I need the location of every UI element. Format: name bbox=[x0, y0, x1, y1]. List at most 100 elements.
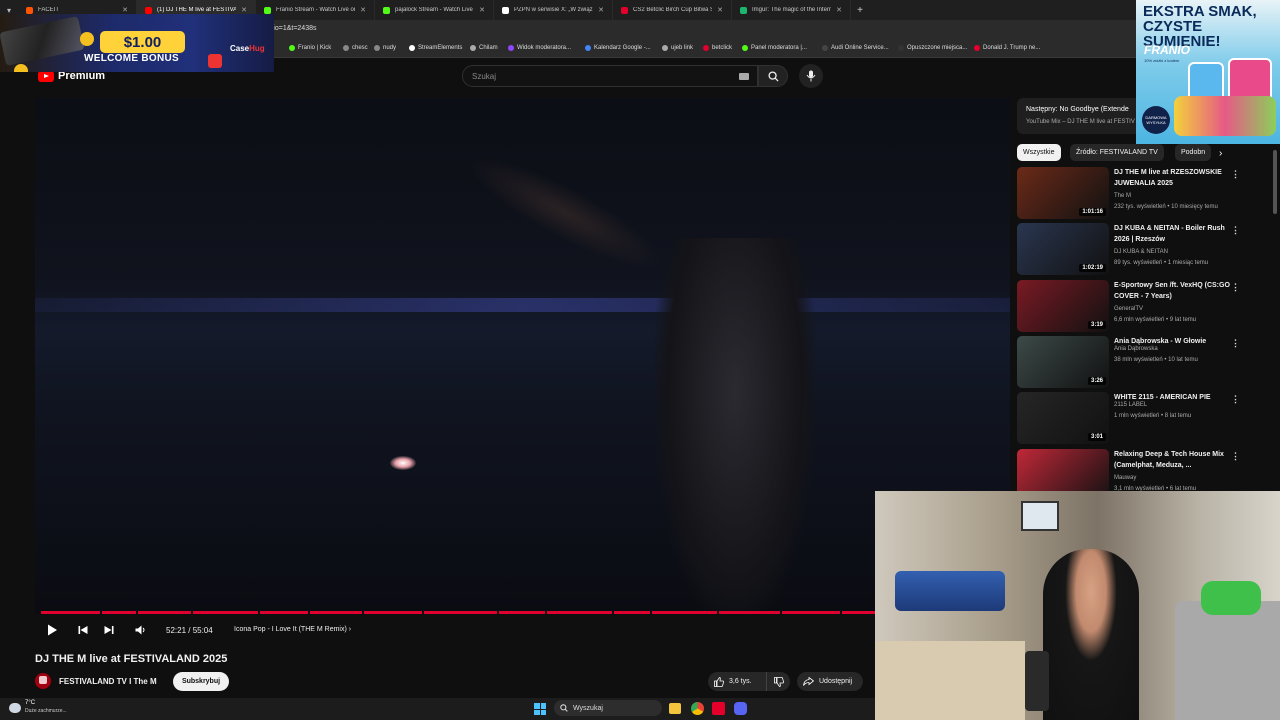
taskbar-search-input[interactable]: Wyszukaj bbox=[554, 700, 662, 716]
ad-brand-case: Case bbox=[230, 44, 250, 53]
search-placeholder: Szukaj bbox=[472, 72, 497, 81]
keyboard-icon[interactable] bbox=[739, 73, 749, 80]
progress-bar[interactable] bbox=[41, 611, 876, 614]
play-button[interactable] bbox=[44, 622, 60, 638]
recommendation-channel[interactable]: GeneralTV bbox=[1114, 306, 1143, 312]
browser-tab[interactable]: pajalock Stream - Watch Live o ✕ bbox=[375, 0, 494, 20]
recommendation-title[interactable]: DJ THE M live at RZESZOWSKIE JUWENALIA 2… bbox=[1114, 167, 1242, 189]
more-options-icon[interactable]: ⋮ bbox=[1231, 394, 1240, 405]
bookmark-item[interactable]: Donald J. Trump ne... bbox=[974, 45, 1040, 51]
tab-favicon-icon bbox=[621, 6, 628, 14]
close-tab-icon[interactable]: ✕ bbox=[479, 6, 485, 14]
tab-label: pajalock Stream - Watch Live o bbox=[395, 7, 475, 13]
chrome-icon[interactable] bbox=[691, 702, 704, 715]
weather-description: Duże zachmurze... bbox=[25, 708, 67, 714]
bookmark-item[interactable]: Chilam bbox=[470, 45, 498, 51]
tab-favicon-icon bbox=[740, 6, 747, 14]
franio-ad-banner[interactable]: EKSTRA SMAK, CZYSTE SUMIENIE! FRANIO 10%… bbox=[1136, 0, 1280, 144]
recommendation-channel[interactable]: Ania Dąbrowska bbox=[1114, 346, 1158, 352]
bookmark-item[interactable]: Kalendarz Google -... bbox=[585, 45, 651, 51]
bookmark-item[interactable]: Franio | Kick bbox=[289, 45, 331, 51]
windows-start-icon[interactable] bbox=[534, 703, 546, 715]
recommendation-item[interactable]: 1:02:19 DJ KUBA & NEITAN - Boiler Rush 20… bbox=[1017, 223, 1265, 275]
search-button[interactable] bbox=[758, 65, 788, 87]
recommendation-item[interactable]: 3:19 E-Sportowy Sen /ft. VexHQ (CS:GO COV… bbox=[1017, 280, 1265, 332]
channel-name[interactable]: FESTIVALAND TV I The M bbox=[59, 677, 157, 686]
file-explorer-icon[interactable] bbox=[669, 703, 681, 714]
recommendation-item[interactable]: 3:01 WHITE 2115 - AMERICAN PIE 2115 LABEL 1… bbox=[1017, 392, 1265, 444]
chapter-title[interactable]: Icona Pop - I Love It (THE M Remix) › bbox=[234, 626, 351, 633]
recommendation-channel[interactable]: 2115 LABEL bbox=[1114, 402, 1147, 408]
bookmark-item[interactable]: chesc bbox=[343, 45, 368, 51]
close-tab-icon[interactable]: ✕ bbox=[598, 6, 604, 14]
dislike-button[interactable] bbox=[766, 672, 790, 691]
app-red-icon[interactable] bbox=[712, 702, 725, 715]
video-thumbnail[interactable]: 3:19 bbox=[1017, 280, 1109, 332]
previous-button[interactable] bbox=[75, 622, 91, 638]
bookmark-item[interactable]: Widok moderatora... bbox=[508, 45, 571, 51]
recommendation-channel[interactable]: The M bbox=[1114, 193, 1131, 199]
bookmark-item[interactable]: betclick bbox=[703, 45, 732, 51]
recommendation-title[interactable]: E-Sportowy Sen /ft. VexHQ (CS:GO COVER -… bbox=[1114, 280, 1242, 302]
more-options-icon[interactable]: ⋮ bbox=[1231, 451, 1240, 462]
close-tab-icon[interactable]: ✕ bbox=[241, 6, 247, 14]
chips-next-arrow-icon[interactable]: › bbox=[1219, 148, 1222, 159]
browser-tab[interactable]: CS2 Betclic Birch Cup Bitwa Str ✕ bbox=[613, 0, 732, 20]
chip-related[interactable]: Podobn bbox=[1175, 144, 1211, 161]
video-thumbnail[interactable] bbox=[1017, 449, 1109, 492]
subscribe-button[interactable]: Subskrybuj bbox=[173, 672, 229, 691]
bookmark-item[interactable]: Panel moderatora |... bbox=[742, 45, 807, 51]
recommendation-title[interactable]: DJ KUBA & NEITAN - Boiler Rush 2026 | Rz… bbox=[1114, 223, 1242, 245]
discord-icon[interactable] bbox=[734, 702, 747, 715]
close-tab-icon[interactable]: ✕ bbox=[360, 6, 366, 14]
recommendation-title[interactable]: Relaxing Deep & Tech House Mix (Camelpha… bbox=[1114, 449, 1242, 471]
skip-previous-icon bbox=[78, 626, 88, 634]
bookmark-label: Panel moderatora |... bbox=[751, 45, 807, 51]
video-duration: 3:19 bbox=[1087, 321, 1106, 329]
video-player[interactable] bbox=[35, 98, 1010, 614]
bookmark-item[interactable]: ujeb link bbox=[662, 45, 693, 51]
video-thumbnail[interactable]: 3:26 bbox=[1017, 336, 1109, 388]
play-icon bbox=[47, 624, 57, 636]
chevron-right-icon: › bbox=[348, 626, 352, 633]
bookmark-item[interactable]: StreamElements bbox=[409, 45, 462, 51]
sidebar-scrollbar[interactable] bbox=[1273, 150, 1277, 214]
chip-all[interactable]: Wszystkie bbox=[1017, 144, 1061, 161]
channel-avatar[interactable] bbox=[35, 673, 51, 689]
video-light-stripe bbox=[35, 298, 1010, 312]
browser-tab[interactable]: PZPN w serwisie X: „W związku ✕ bbox=[494, 0, 613, 20]
share-button[interactable]: Udostępnij bbox=[797, 672, 863, 691]
search-icon bbox=[560, 704, 568, 712]
recommendation-item[interactable]: 1:01:16 DJ THE M live at RZESZOWSKIE JUWE… bbox=[1017, 167, 1265, 219]
close-tab-icon[interactable]: ✕ bbox=[836, 6, 842, 14]
video-thumbnail[interactable]: 1:01:16 bbox=[1017, 167, 1109, 219]
recommendation-item[interactable]: 3:26 Ania Dąbrowska - W Głowie Ania Dąbrow… bbox=[1017, 336, 1265, 388]
ad-subtext: 10% zniżki z kodem bbox=[1144, 58, 1180, 63]
tab-label: (1) DJ THE M live at FESTIVALAND bbox=[157, 7, 236, 13]
video-thumbnail[interactable]: 3:01 bbox=[1017, 392, 1109, 444]
bookmark-item[interactable]: Audi Online Service... bbox=[822, 45, 889, 51]
more-options-icon[interactable]: ⋮ bbox=[1231, 225, 1240, 236]
volume-button[interactable] bbox=[133, 622, 149, 638]
bookmark-item[interactable]: Opuszczone miejsca... bbox=[898, 45, 967, 51]
more-options-icon[interactable]: ⋮ bbox=[1231, 338, 1240, 349]
like-button[interactable]: 3,6 tys. bbox=[708, 672, 764, 691]
coin-icon bbox=[80, 32, 94, 46]
recommendation-channel[interactable]: DJ KUBA & NEITAN bbox=[1114, 249, 1168, 255]
recommendation-channel[interactable]: Mauway bbox=[1114, 475, 1136, 481]
more-options-icon[interactable]: ⋮ bbox=[1231, 282, 1240, 293]
search-input[interactable]: Szukaj bbox=[462, 65, 758, 87]
recommendation-meta: 1 mln wyświetleń • 8 lat temu bbox=[1114, 413, 1192, 419]
close-tab-icon[interactable]: ✕ bbox=[717, 6, 723, 14]
microphone-icon bbox=[806, 70, 816, 82]
video-thumbnail[interactable]: 1:02:19 bbox=[1017, 223, 1109, 275]
more-options-icon[interactable]: ⋮ bbox=[1231, 169, 1240, 180]
recommendation-item[interactable]: Relaxing Deep & Tech House Mix (Camelpha… bbox=[1017, 449, 1265, 492]
bookmark-item[interactable]: nudy bbox=[374, 45, 396, 51]
browser-tab[interactable]: Imgur: The magic of the Interne ✕ bbox=[732, 0, 851, 20]
close-tab-icon[interactable]: ✕ bbox=[122, 6, 128, 14]
new-tab-button[interactable]: + bbox=[851, 5, 869, 16]
voice-search-button[interactable] bbox=[799, 64, 823, 88]
chip-source[interactable]: Źródło: FESTIVALAND TV bbox=[1070, 144, 1164, 161]
next-button[interactable] bbox=[101, 622, 117, 638]
